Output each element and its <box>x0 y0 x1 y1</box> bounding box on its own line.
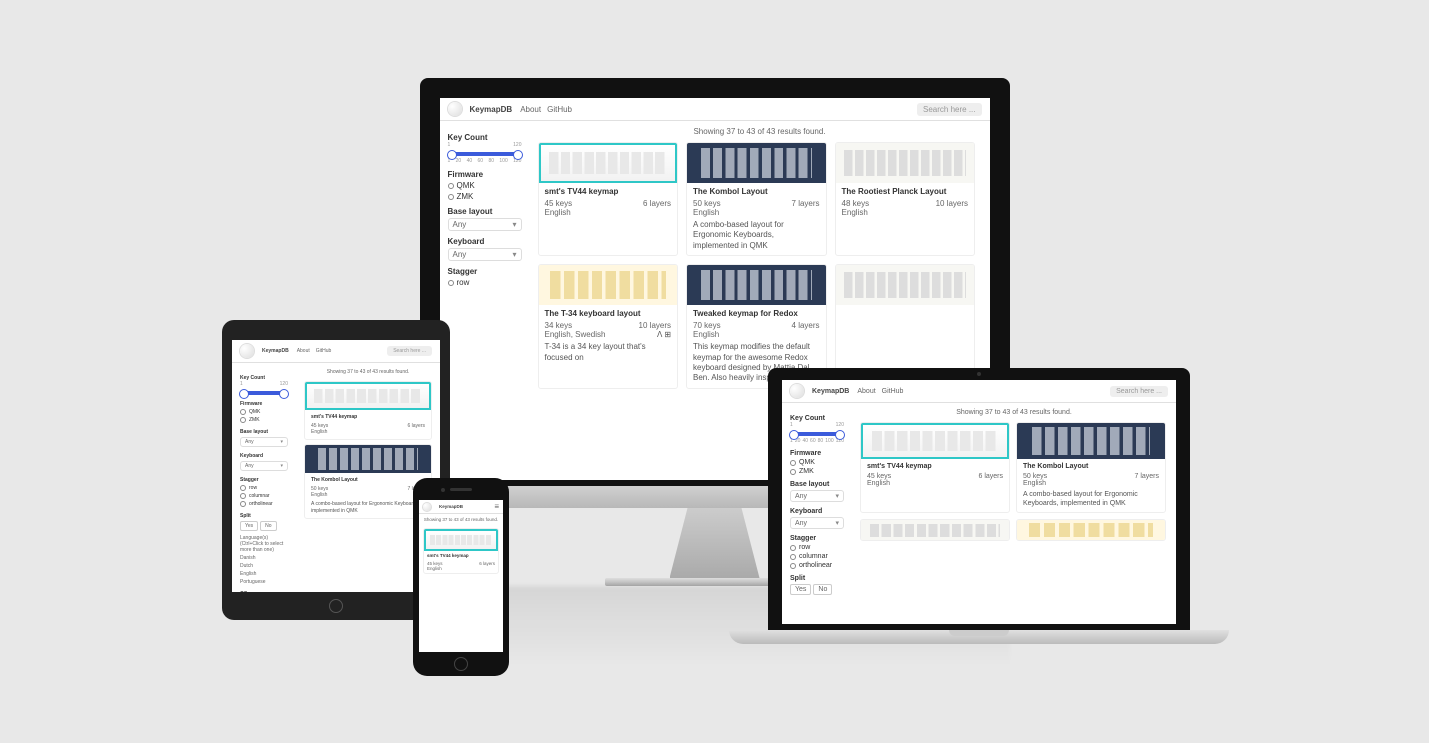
keymap-thumbnail <box>539 265 678 305</box>
app-header: KeymapDB About GitHub Search here ... <box>440 98 990 121</box>
app-logo-icon <box>423 503 431 511</box>
key-count-label: Key Count <box>448 133 522 142</box>
card-title: Tweaked keymap for Redox <box>693 309 820 318</box>
nav-about[interactable]: About <box>520 105 541 114</box>
stagger-row[interactable]: row <box>448 278 522 287</box>
keymap-card[interactable]: smt's TV44 keymap 45 keys6 layers Englis… <box>304 381 432 440</box>
brand[interactable]: KeymapDB <box>470 105 513 114</box>
app-logo-icon <box>448 102 462 116</box>
base-layout-label: Base layout <box>448 207 522 216</box>
keymap-thumbnail <box>539 143 678 183</box>
search-input[interactable]: Search here ... <box>387 346 432 356</box>
keymap-card[interactable]: The Kombol Layout 50 keys7 layers Englis… <box>1016 422 1166 513</box>
hamburger-icon[interactable]: ≡ <box>494 502 499 511</box>
home-button-icon[interactable] <box>329 599 343 613</box>
iphone-screen: KeymapDB ≡ Showing 37 to 43 of 43 result… <box>419 500 503 652</box>
keymap-card[interactable]: The Kombol Layout 50 keys7 layers Englis… <box>686 142 827 256</box>
card-title: The T-34 keyboard layout <box>545 309 672 318</box>
key-count-slider[interactable] <box>240 391 288 395</box>
card-title: The Kombol Layout <box>693 187 820 196</box>
keyboard-select[interactable]: Any▾ <box>448 248 522 261</box>
search-input[interactable]: Search here ... <box>917 103 981 116</box>
base-layout-select[interactable]: Any▾ <box>448 218 522 231</box>
macbook-screen: KeymapDB AboutGitHub Search here ... Key… <box>782 380 1176 624</box>
chevron-down-icon: ▾ <box>512 250 516 259</box>
keymap-thumbnail <box>687 265 826 305</box>
linux-icon: Λ <box>657 330 662 339</box>
keymap-thumbnail <box>687 143 826 183</box>
firmware-qmk[interactable]: QMK <box>448 181 522 190</box>
app-logo-icon <box>790 384 804 398</box>
key-count-slider[interactable] <box>448 152 522 156</box>
card-title: smt's TV44 keymap <box>545 187 672 196</box>
home-button-icon[interactable] <box>454 657 468 671</box>
nav-github[interactable]: GitHub <box>547 105 572 114</box>
keymap-card[interactable]: smt's TV44 keymap 45 keys6 layers Englis… <box>423 528 499 574</box>
ipad-screen: KeymapDB AboutGitHub Search here ... Key… <box>232 340 440 592</box>
card-title: The Rootiest Planck Layout <box>842 187 969 196</box>
windows-icon: ⊞ <box>664 330 671 339</box>
search-input[interactable]: Search here ... <box>1110 386 1168 397</box>
results-main: Showing 37 to 43 of 43 results found. sm… <box>530 121 990 395</box>
key-count-slider[interactable] <box>790 432 844 436</box>
keymap-card[interactable]: The Rootiest Planck Layout 48 keys10 lay… <box>835 142 976 256</box>
app-logo-icon <box>240 344 254 358</box>
keymap-card[interactable]: The T-34 keyboard layout 34 keys10 layer… <box>538 264 679 389</box>
keymap-card[interactable] <box>1016 519 1166 541</box>
stagger-label: Stagger <box>448 267 522 276</box>
keymap-card[interactable]: smt's TV44 keymap 45 keys6 layers Englis… <box>860 422 1010 513</box>
iphone-device: KeymapDB ≡ Showing 37 to 43 of 43 result… <box>413 478 509 676</box>
keymap-card[interactable]: smt's TV44 keymap 45 keys6 layers Englis… <box>538 142 679 256</box>
results-count: Showing 37 to 43 of 43 results found. <box>538 127 982 136</box>
firmware-zmk[interactable]: ZMK <box>448 192 522 201</box>
chevron-down-icon: ▾ <box>512 220 516 229</box>
keymap-card[interactable] <box>860 519 1010 541</box>
macbook-device: KeymapDB AboutGitHub Search here ... Key… <box>768 368 1229 644</box>
keymap-thumbnail <box>836 143 975 183</box>
keyboard-label: Keyboard <box>448 237 522 246</box>
firmware-label: Firmware <box>448 170 522 179</box>
keymap-thumbnail <box>836 265 975 305</box>
filters-sidebar: Key Count 1120 120406080100120 Firmware … <box>440 121 530 395</box>
